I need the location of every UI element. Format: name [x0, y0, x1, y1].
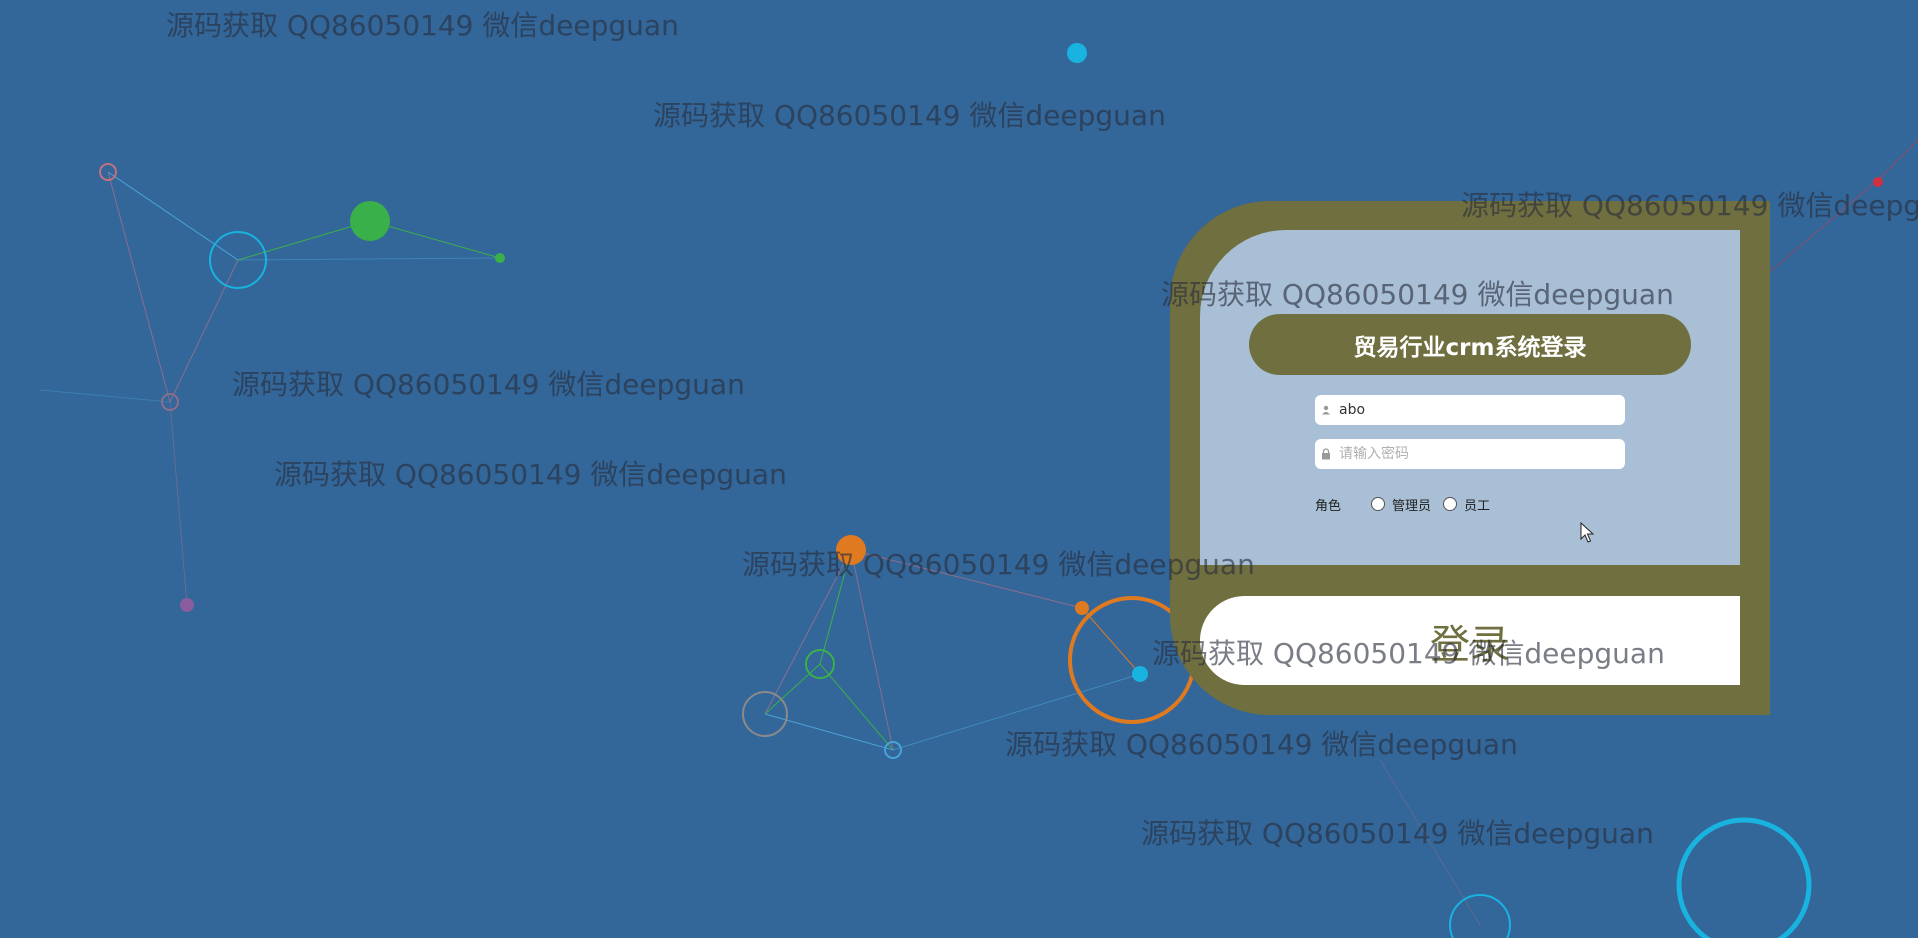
mouse-pointer-icon: [1580, 522, 1594, 543]
username-input[interactable]: [1337, 395, 1625, 425]
page-title: 贸易行业crm系统登录: [1249, 314, 1691, 375]
password-input[interactable]: [1337, 439, 1625, 469]
role-option-admin[interactable]: 管理员: [1371, 495, 1431, 514]
lock-icon: [1315, 448, 1337, 460]
login-button[interactable]: 登录: [1200, 596, 1740, 685]
radio-staff[interactable]: [1443, 497, 1458, 511]
role-admin-label: 管理员: [1392, 498, 1432, 514]
role-option-staff[interactable]: 员工: [1443, 495, 1490, 514]
username-field[interactable]: [1315, 395, 1625, 425]
radio-admin[interactable]: [1371, 497, 1385, 511]
password-field[interactable]: [1315, 439, 1625, 469]
role-selector: 角色 管理员 员工: [1315, 494, 1502, 514]
role-label: 角色: [1315, 498, 1342, 514]
user-icon: [1315, 405, 1337, 415]
role-staff-label: 员工: [1464, 498, 1491, 514]
